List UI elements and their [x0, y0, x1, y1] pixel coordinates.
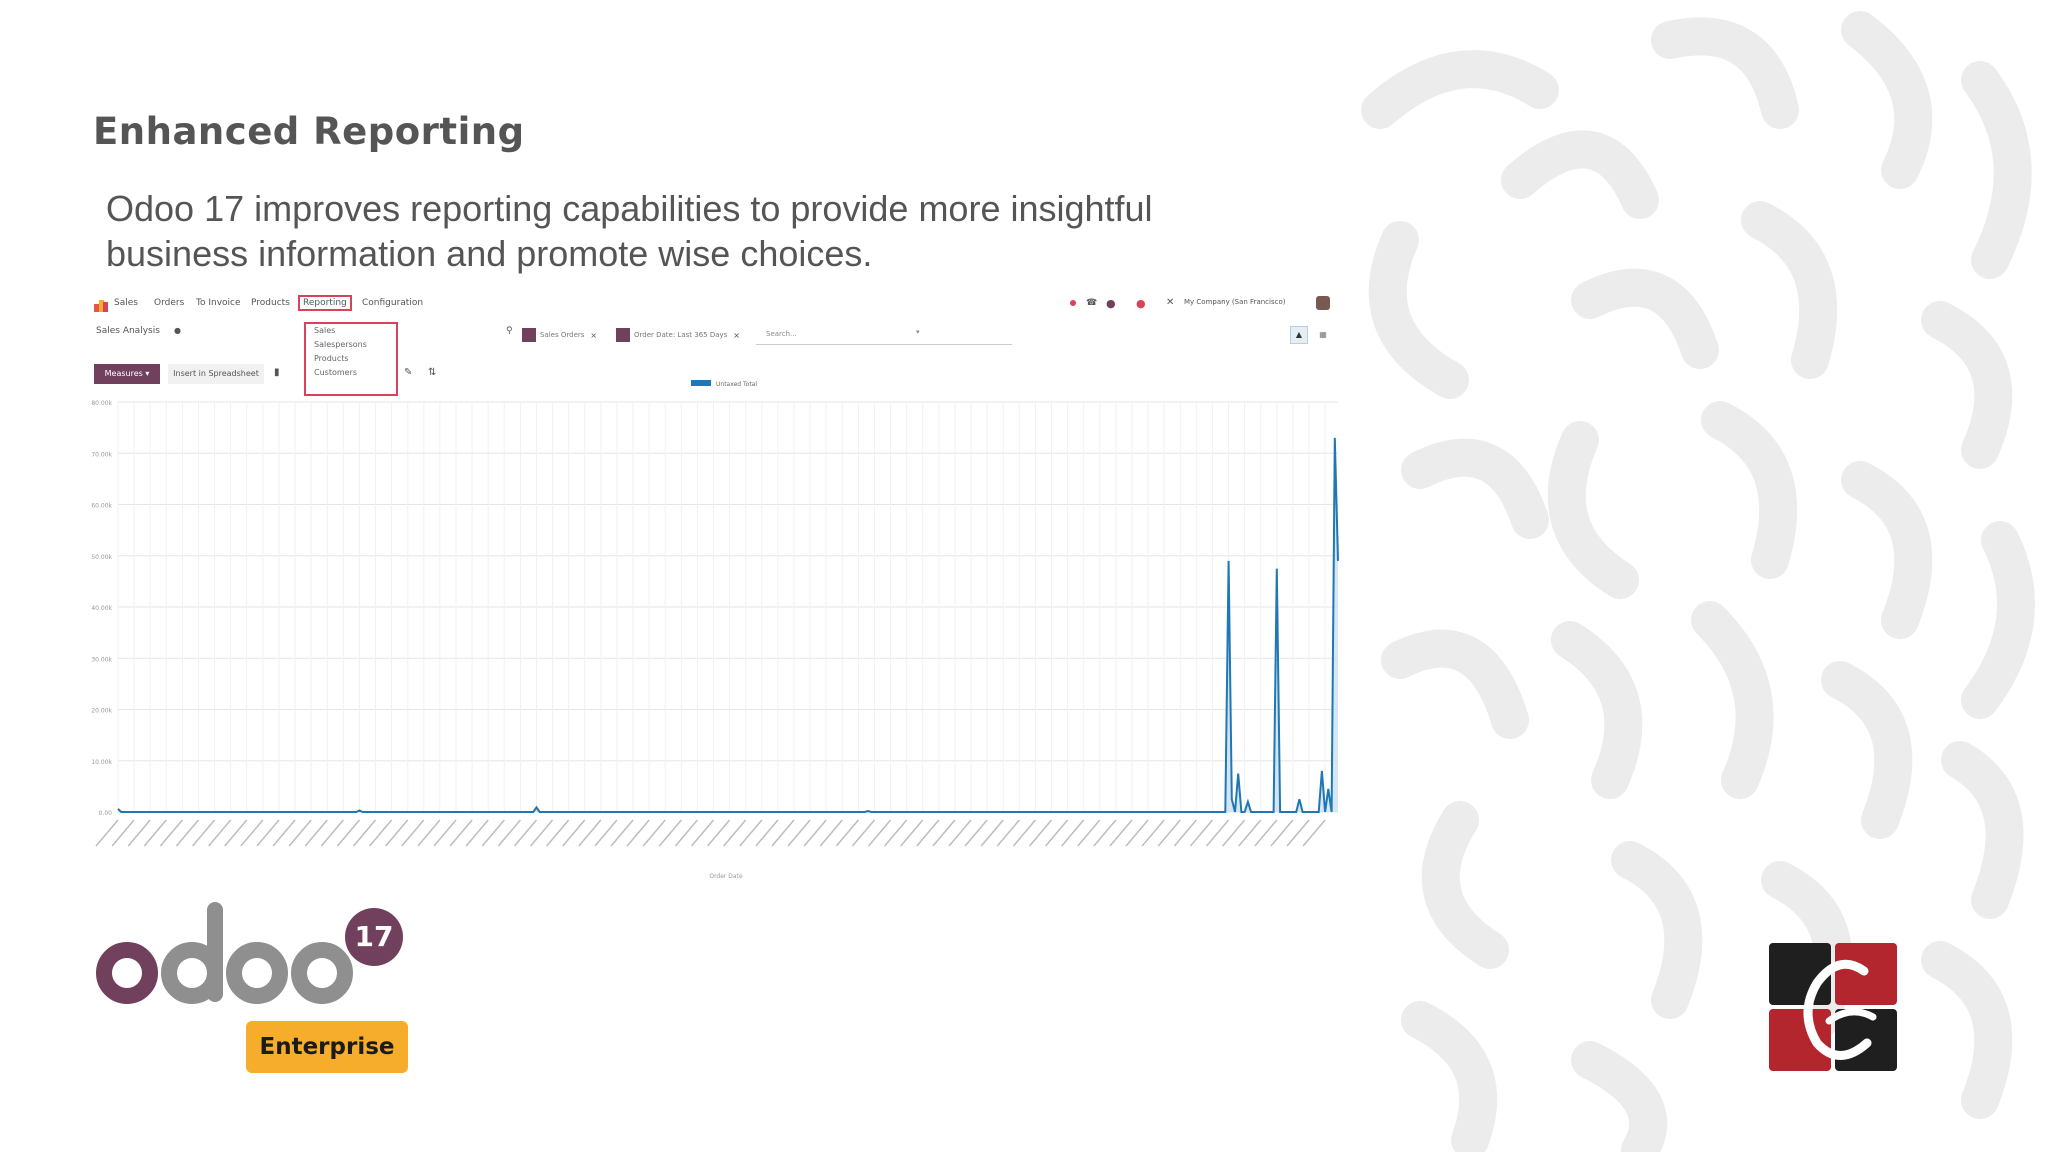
- y-tick-label: 0.00: [99, 810, 113, 817]
- series-area: [118, 437, 1338, 812]
- reporting-dropdown: Sales Salespersons Products Customers: [304, 322, 398, 396]
- y-tick-label: 80.00k: [91, 400, 112, 407]
- dropdown-item-customers[interactable]: Customers: [306, 366, 396, 380]
- nav-configuration[interactable]: Configuration: [362, 298, 423, 308]
- tools-icon[interactable]: ✕: [1166, 297, 1174, 308]
- search-underline: [756, 344, 1012, 345]
- filter-icon: [522, 328, 536, 342]
- edit-icon[interactable]: ✎: [404, 367, 412, 378]
- nav-to-invoice[interactable]: To Invoice: [196, 298, 241, 308]
- odoo-sales-analysis-screenshot: Sales Orders To Invoice Products Reporti…: [86, 288, 1348, 888]
- sales-app-icon: [94, 300, 108, 312]
- subtitle-line-2: business information and promote wise ch…: [106, 233, 873, 274]
- edition-badge: Enterprise: [246, 1021, 408, 1073]
- nav-products[interactable]: Products: [251, 298, 290, 308]
- slide-subtitle: Odoo 17 improves reporting capabilities …: [106, 186, 1266, 276]
- y-tick-label: 30.00k: [91, 656, 112, 663]
- slide-heading: Enhanced Reporting: [93, 110, 525, 153]
- filter-facet-order-date[interactable]: Order Date: Last 365 Days ×: [616, 328, 740, 342]
- remove-filter-icon[interactable]: ×: [590, 331, 597, 340]
- insert-in-spreadsheet-button[interactable]: Insert in Spreadsheet: [168, 364, 264, 384]
- measures-button[interactable]: Measures ▾: [94, 364, 160, 384]
- y-tick-label: 10.00k: [91, 759, 112, 766]
- graph-view-icon[interactable]: ▲: [1290, 326, 1308, 344]
- filter-icon: [616, 328, 630, 342]
- nav-reporting[interactable]: Reporting: [298, 295, 352, 311]
- nav-app-name[interactable]: Sales: [114, 298, 138, 308]
- search-icon[interactable]: ⚲: [506, 326, 513, 336]
- series-line-untaxed-total: [117, 437, 1339, 813]
- breadcrumb: Sales Analysis: [96, 326, 160, 336]
- x-axis-label: Order Date: [709, 873, 743, 880]
- decorative-pattern: [1361, 11, 2035, 1152]
- version-badge: 17: [345, 908, 403, 966]
- y-tick-label: 60.00k: [91, 503, 112, 510]
- nav-orders[interactable]: Orders: [154, 298, 184, 308]
- legend-swatch: [691, 380, 711, 386]
- sales-line-chart: 0.00 10.00k 20.00k 30.00k 40.00k 50.00k 60.00k…: [91, 380, 1339, 880]
- sort-icon[interactable]: ⇅: [428, 367, 436, 378]
- search-input[interactable]: Search...: [766, 330, 797, 338]
- y-tick-label: 20.00k: [91, 708, 112, 715]
- subtitle-line-1: Odoo 17 improves reporting capabilities …: [106, 188, 1153, 229]
- phone-icon[interactable]: ☎: [1086, 298, 1097, 308]
- y-tick-label: 40.00k: [91, 605, 112, 612]
- activity-icon[interactable]: ●: [1106, 297, 1116, 310]
- y-tick-label: 70.00k: [91, 451, 112, 458]
- user-avatar[interactable]: [1316, 296, 1330, 310]
- top-navbar: Sales Orders To Invoice Products Reporti…: [86, 288, 1348, 318]
- remove-filter-icon[interactable]: ×: [733, 331, 740, 340]
- bar-chart-icon[interactable]: ▮: [274, 367, 280, 378]
- dropdown-item-products[interactable]: Products: [306, 352, 396, 366]
- company-switcher[interactable]: My Company (San Francisco): [1184, 298, 1285, 306]
- pivot-view-icon[interactable]: ▦: [1314, 326, 1332, 344]
- chat-icon[interactable]: ●: [1136, 297, 1146, 310]
- status-dot-icon: [1070, 300, 1076, 306]
- dropdown-item-salespersons[interactable]: Salespersons: [306, 338, 396, 352]
- filter-facet-sales-orders[interactable]: Sales Orders ×: [522, 328, 597, 342]
- info-icon[interactable]: ●: [174, 326, 181, 335]
- y-tick-label: 50.00k: [91, 554, 112, 561]
- legend-label: Untaxed Total: [716, 381, 757, 388]
- search-toggle-icon[interactable]: ▾: [916, 328, 920, 336]
- dropdown-item-sales[interactable]: Sales: [306, 324, 396, 338]
- company-logo: [1769, 943, 1897, 1071]
